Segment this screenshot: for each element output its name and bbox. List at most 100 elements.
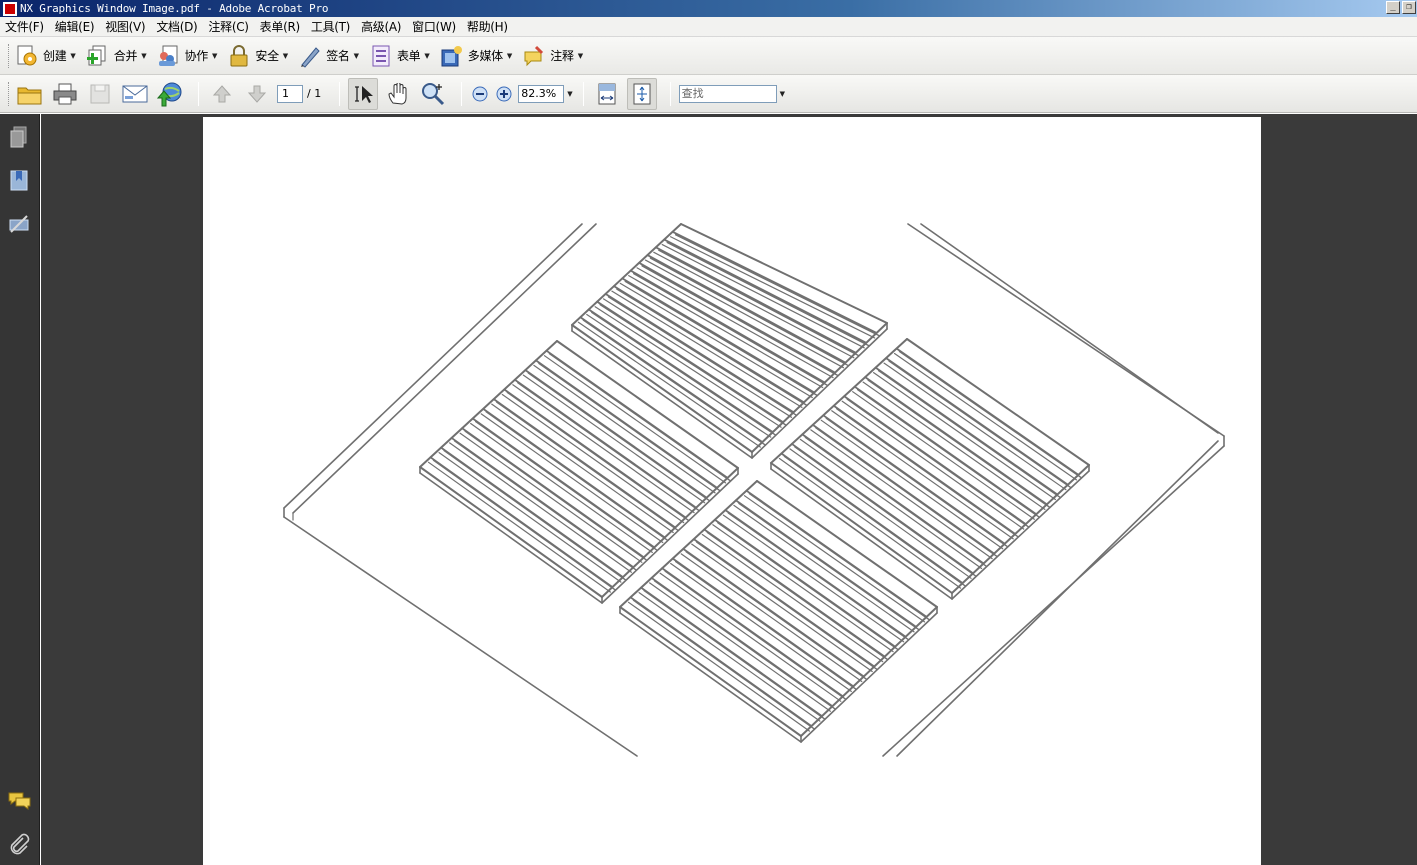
page-number-input[interactable]: 1 [277,84,303,103]
grate-bar [464,430,648,562]
grate-bar [685,551,868,681]
multimedia-icon [440,44,464,68]
menu-edit[interactable]: 编辑(E) [50,18,100,35]
zoom-level-input[interactable]: 82.3% [518,84,565,103]
panel-edge [906,338,1090,466]
combine-button[interactable]: 合并 ▼ [86,44,147,68]
grate-bar [666,241,870,347]
zoom-in-icon [496,86,512,101]
zoom-tool-button[interactable] [418,78,448,110]
minimize-button[interactable]: _ [1386,1,1400,14]
grate-bar [453,440,638,571]
menu-window[interactable]: 窗口(W) [407,18,462,35]
sign-button[interactable]: 签名 ▼ [298,44,359,68]
zoom-in-button[interactable] [494,78,514,110]
comments-icon [8,792,31,810]
window-title: NX Graphics Window Image.pdf - Adobe Acr… [20,2,329,15]
secure-button[interactable]: 安全 ▼ [227,44,288,68]
slab-edge [283,516,638,757]
pages-icon [10,126,27,148]
attachments-panel-button[interactable] [8,833,30,857]
collaborate-button[interactable]: 协作 ▼ [157,44,217,68]
hand-tool-button[interactable] [383,78,413,110]
multimedia-label: 多媒体 [467,49,503,63]
toolbar-grip[interactable] [8,43,11,68]
document-workspace[interactable] [41,114,1417,865]
text-select-cursor-icon [355,85,374,103]
find-dropdown-chevron-icon[interactable]: ▼ [780,90,785,98]
zoom-dropdown-chevron-icon[interactable]: ▼ [567,90,572,98]
create-pdf-icon [15,44,39,68]
signature-icon [9,215,29,233]
forms-label: 表单 [396,49,421,63]
slab-edge [896,440,1219,757]
grate-bar [538,362,721,492]
print-button[interactable] [50,78,80,110]
folder-icon [17,87,42,104]
grate-bar [524,369,708,499]
previous-page-button[interactable] [207,78,237,110]
zoom-out-button[interactable] [470,78,490,110]
menu-comments[interactable]: 注释(C) [203,18,254,35]
printer-icon [53,83,77,104]
secure-label: 安全 [255,49,279,63]
menu-view[interactable]: 视图(V) [100,18,151,35]
pen-icon [298,44,322,68]
grate-bar [856,388,1041,518]
chevron-down-icon: ▼ [70,51,76,60]
comment-button[interactable]: 注释 ▼ [522,44,583,68]
chevron-down-icon: ▼ [506,51,513,60]
grate-bar [867,379,1051,509]
grate-bar [836,408,1019,538]
grate-bar [496,401,679,532]
grate-bar [506,391,690,522]
lock-icon [227,44,251,68]
fit-page-button[interactable] [626,77,657,110]
grate-bar [696,541,878,671]
pages-panel-button[interactable] [8,126,30,150]
find-input[interactable]: 查找 [678,84,777,103]
toolbar-grip[interactable] [8,81,11,106]
signatures-panel-button[interactable] [8,212,30,236]
menu-forms[interactable]: 表单(R) [255,18,306,35]
panel-edge [680,223,888,324]
forms-button[interactable]: 表单 ▼ [369,44,430,68]
fit-page-icon [633,83,651,104]
toolbar-separator [339,81,341,106]
grate-bar [885,357,1069,486]
select-tool-button[interactable] [348,77,379,110]
menu-help[interactable]: 帮助(H) [462,18,514,35]
menu-document[interactable]: 文档(D) [151,18,203,35]
restore-button[interactable]: ❐ [1402,1,1416,14]
bookmark-icon [10,170,28,191]
multimedia-button[interactable]: 多媒体 ▼ [440,44,513,68]
menu-file[interactable]: 文件(F) [0,18,50,35]
upload-web-button[interactable] [155,78,185,110]
comments-panel-button[interactable] [8,790,31,814]
bookmarks-panel-button[interactable] [8,169,30,193]
save-button[interactable] [85,78,115,110]
pdf-page[interactable] [203,117,1261,865]
fit-width-button[interactable] [592,78,622,110]
next-page-button[interactable] [242,78,272,110]
email-button[interactable] [120,78,150,110]
grate-bar [895,347,1080,476]
menu-tools[interactable]: 工具(T) [306,18,356,35]
open-button[interactable] [15,78,45,110]
save-disk-icon [90,84,110,103]
create-button[interactable]: 创建 ▼ [15,44,76,68]
grate-bar [664,570,847,701]
magnifier-icon [422,82,445,105]
arrow-up-icon [212,84,232,102]
grate-bar [706,531,889,661]
grate-bar [474,420,659,552]
panel-edge [951,470,1090,600]
fit-width-icon [598,83,616,104]
menu-advanced[interactable]: 高级(A) [356,18,407,35]
zoom-out-icon [472,86,488,101]
grate-bar [638,592,821,722]
grate-bar [443,449,627,581]
grate-bar [527,372,711,502]
toolbar-separator [669,81,671,106]
envelope-icon [122,85,148,102]
